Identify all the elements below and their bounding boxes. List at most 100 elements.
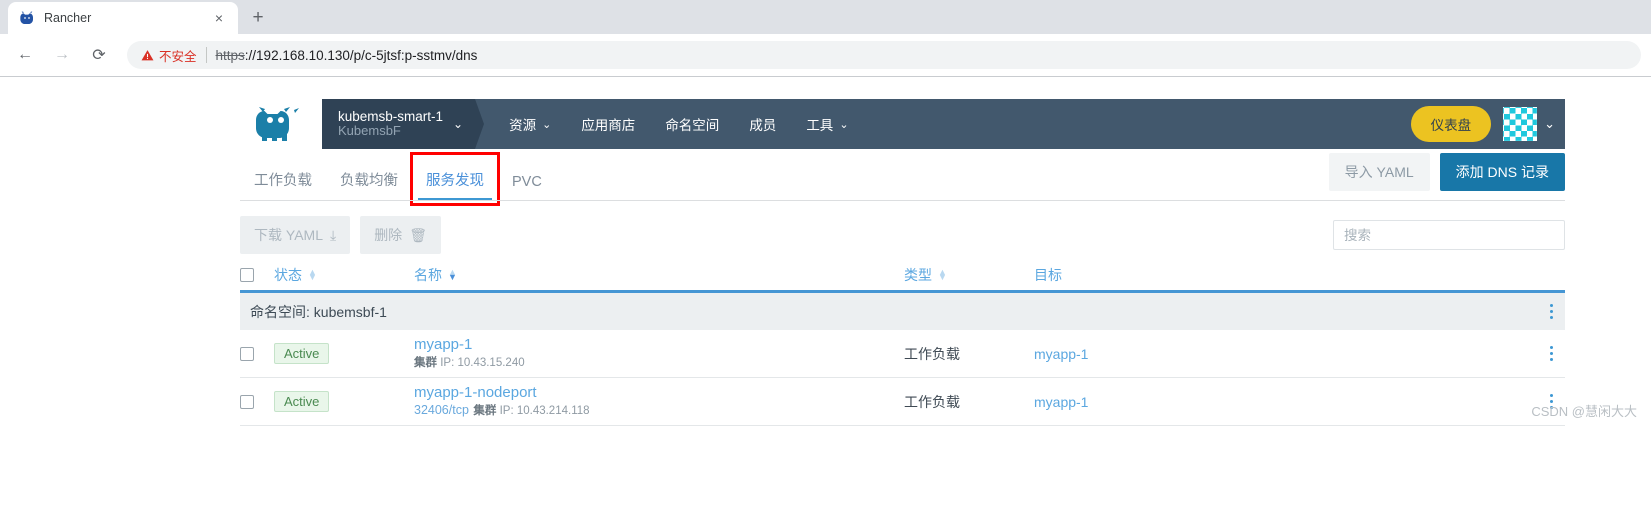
download-yaml-button[interactable]: 下载 YAML ⤓ <box>240 216 351 254</box>
table-row[interactable]: Active myapp-1-nodeport 32406/tcp 集群 IP:… <box>240 378 1565 426</box>
project-name: KubemsbF <box>338 123 401 139</box>
search-input[interactable] <box>1333 220 1565 250</box>
tab-load-balancing[interactable]: 负载均衡 <box>326 169 412 201</box>
nav-label: 资源 <box>509 118 537 133</box>
rancher-app: kubemsb-smart-1 KubemsbF ⌄ 资源 ⌄ 应用商店 命名空… <box>0 77 1651 426</box>
namespace-group-label: 命名空间: kubemsbf-1 <box>250 303 387 320</box>
trash-icon: 🗑 <box>409 226 427 243</box>
chevron-down-icon: ⌄ <box>453 117 464 131</box>
row-select-cell <box>240 394 274 409</box>
warning-triangle-icon <box>141 49 154 62</box>
browser-tab-rancher[interactable]: Rancher × <box>8 2 238 34</box>
cluster-ip-value: IP: 10.43.214.118 <box>499 405 590 417</box>
nav-item-namespaces[interactable]: 命名空间 <box>650 99 734 149</box>
row-select-cell <box>240 346 274 361</box>
row-target-cell: myapp-1 <box>1034 394 1531 410</box>
cluster-ip-text: 集群 IP: 10.43.15.240 <box>414 357 525 369</box>
kebab-menu-icon[interactable] <box>1550 303 1565 321</box>
row-checkbox[interactable] <box>240 346 254 361</box>
url-text: https://192.168.10.130/p/c-5jtsf:p-sstmv… <box>216 48 478 63</box>
services-table: 状态 ▲▼ 名称 ▲▼ 类型 ▲▼ 目标 命名空间: kubemsbf-1 <box>240 254 1565 426</box>
table-toolbar: 下载 YAML ⤓ 删除 🗑 <box>240 216 1565 254</box>
address-bar[interactable]: 不安全 https://192.168.10.130/p/c-5jtsf:p-s… <box>127 41 1641 69</box>
target-link[interactable]: myapp-1 <box>1034 346 1088 362</box>
cluster-name: kubemsb-smart-1 <box>338 108 444 124</box>
namespace-group-row: 命名空间: kubemsbf-1 <box>240 290 1565 330</box>
column-header-type[interactable]: 类型 ▲ ▼ <box>904 265 1034 285</box>
url-rest: ://192.168.10.130/p/c-5jtsf:p-sstmv/dns <box>244 47 478 63</box>
service-name-link[interactable]: myapp-1 <box>414 336 904 353</box>
kebab-menu-icon[interactable] <box>1550 345 1565 363</box>
chevron-down-icon[interactable]: ⌄ <box>1544 116 1555 132</box>
nav-item-resources[interactable]: 资源 ⌄ <box>494 99 566 149</box>
tab-pvc[interactable]: PVC <box>498 174 556 201</box>
add-dns-record-button[interactable]: 添加 DNS 记录 <box>1439 153 1565 191</box>
select-all-checkbox[interactable] <box>240 268 254 282</box>
row-target-cell: myapp-1 <box>1034 346 1531 362</box>
cluster-ip-text: 集群 IP: 10.43.214.118 <box>473 405 589 417</box>
row-type-cell: 工作负载 <box>904 393 960 410</box>
page-tabs-row: 工作负载 负载均衡 服务发现 PVC 导入 YAML 添加 DNS 记录 <box>240 149 1565 206</box>
import-yaml-button[interactable]: 导入 YAML <box>1328 153 1430 191</box>
column-header-name[interactable]: 名称 ▲ ▼ <box>414 265 904 285</box>
target-link[interactable]: myapp-1 <box>1034 394 1088 410</box>
chevron-down-icon: ⌄ <box>839 118 849 131</box>
cluster-ip-prefix: 集群 <box>414 357 437 369</box>
table-row[interactable]: Active myapp-1 集群 IP: 10.43.15.240 工作负载 … <box>240 330 1565 378</box>
header-right: 仪表盘 ⌄ <box>1410 99 1565 149</box>
tabs-underline <box>240 200 1565 201</box>
nav-label: 成员 <box>749 118 777 133</box>
sort-icon: ▲ ▼ <box>308 267 317 282</box>
status-badge: Active <box>274 343 330 364</box>
delete-button[interactable]: 删除 🗑 <box>360 216 441 254</box>
main-nav: 资源 ⌄ 应用商店 命名空间 成员 工具 ⌄ <box>484 99 1411 149</box>
row-checkbox[interactable] <box>240 394 254 409</box>
nav-item-tools[interactable]: 工具 ⌄ <box>791 99 863 149</box>
column-label: 状态 <box>274 267 302 283</box>
user-avatar-icon[interactable] <box>1503 107 1538 141</box>
page-actions: 导入 YAML 添加 DNS 记录 <box>1328 153 1565 197</box>
download-yaml-label: 下载 YAML <box>254 227 323 243</box>
service-name-link[interactable]: myapp-1-nodeport <box>414 384 904 401</box>
cluster-chip-arrow <box>475 99 485 149</box>
cluster-selector[interactable]: kubemsb-smart-1 KubemsbF ⌄ <box>322 99 476 149</box>
namespace-prefix: 命名空间 <box>250 303 306 320</box>
reload-icon[interactable]: ⟳ <box>84 40 114 70</box>
watermark: CSDN @慧闲大大 <box>1531 404 1637 419</box>
forward-icon[interactable]: → <box>47 40 77 70</box>
tab-workloads[interactable]: 工作负载 <box>240 169 326 201</box>
sort-icon: ▲ ▼ <box>938 267 947 282</box>
delete-label: 删除 <box>374 227 403 243</box>
rancher-logo-icon[interactable] <box>240 99 322 149</box>
rancher-cow-icon <box>18 10 35 27</box>
service-port-text: 32406/tcp <box>414 403 469 417</box>
browser-tabstrip: Rancher × + <box>0 0 1651 34</box>
nav-label: 应用商店 <box>581 118 636 133</box>
url-scheme: https <box>215 47 245 63</box>
browser-tab-title: Rancher <box>44 11 92 25</box>
tab-service-discovery[interactable]: 服务发现 <box>410 152 500 206</box>
select-all-cell <box>240 268 274 282</box>
column-label: 名称 <box>414 267 442 283</box>
table-header-row: 状态 ▲ ▼ 名称 ▲ ▼ 类型 ▲ ▼ 目标 <box>240 254 1565 290</box>
row-state-cell: Active <box>274 343 414 364</box>
nav-item-members[interactable]: 成员 <box>734 99 791 149</box>
nav-label: 工具 <box>806 118 834 133</box>
nav-item-app-store[interactable]: 应用商店 <box>566 99 650 149</box>
column-header-state[interactable]: 状态 ▲ ▼ <box>274 265 414 285</box>
cluster-ip-value: IP: 10.43.15.240 <box>440 357 525 369</box>
row-name-cell: myapp-1-nodeport 32406/tcp 集群 IP: 10.43.… <box>414 384 904 419</box>
new-tab-button[interactable]: + <box>244 4 272 32</box>
cluster-names: kubemsb-smart-1 KubemsbF <box>338 109 443 139</box>
chevron-down-icon: ⌄ <box>542 118 552 131</box>
nav-label: 命名空间 <box>665 118 720 133</box>
sort-icon: ▲ ▼ <box>448 267 457 282</box>
dashboard-button[interactable]: 仪表盘 <box>1410 106 1492 142</box>
browser-chrome: Rancher × + ← → ⟳ 不安全 https://192.168.10… <box>0 0 1651 77</box>
namespace-value: kubemsbf-1 <box>313 303 387 320</box>
back-icon[interactable]: ← <box>10 40 40 70</box>
page-tabs: 工作负载 负载均衡 服务发现 PVC <box>240 149 556 206</box>
row-name-cell: myapp-1 集群 IP: 10.43.15.240 <box>414 336 904 371</box>
close-icon[interactable]: × <box>210 9 228 27</box>
cluster-ip-prefix: 集群 <box>473 405 497 417</box>
